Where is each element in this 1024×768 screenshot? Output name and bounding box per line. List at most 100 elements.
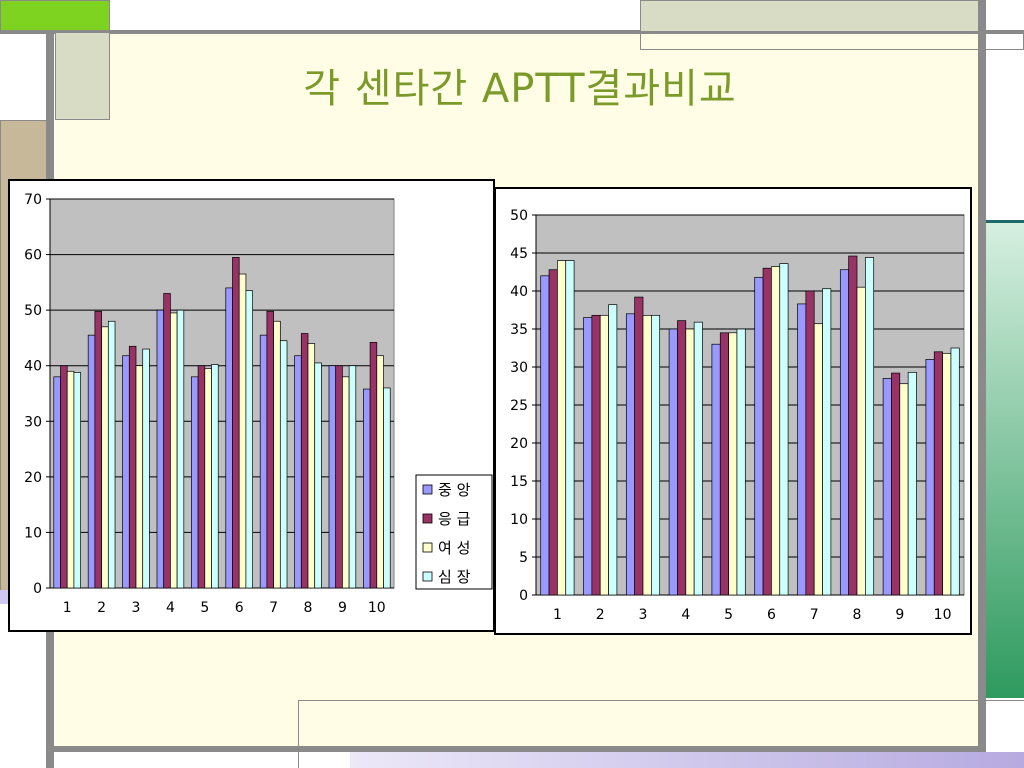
x-tick-label: 4 (681, 607, 690, 623)
bar-series-1-cat-5 (711, 343, 721, 596)
x-tick-label: 9 (895, 607, 904, 623)
bar-series-4-cat-3 (650, 314, 661, 596)
bar-series-4-cat-9 (348, 365, 357, 589)
bar-series-4-cat-10 (383, 387, 391, 589)
bar-series-1-cat-2 (583, 317, 593, 596)
y-tick-label: 50 (510, 208, 528, 224)
bar-series-1-cat-7 (259, 334, 268, 589)
x-tick-label: 6 (767, 607, 776, 623)
x-tick-label: 10 (934, 607, 952, 623)
bar-series-4-cat-1 (73, 372, 81, 589)
bar-series-3-cat-3 (135, 365, 144, 589)
chart-right: 051015202530354045501 2 3 4 5 6 7 8 9 10 (510, 208, 965, 623)
bar-series-3-cat-9 (342, 376, 350, 589)
x-tick-label: 9 (338, 600, 347, 616)
y-tick-label: 45 (510, 246, 528, 262)
x-tick-label: 8 (304, 600, 313, 616)
bar-series-1-cat-10 (363, 388, 371, 589)
legend-swatch (422, 484, 433, 495)
bar-series-3-cat-5 (728, 332, 738, 596)
legend-label: 심 장 (438, 568, 471, 586)
x-tick-label: 1 (553, 607, 562, 623)
bar-series-4-cat-6 (779, 263, 789, 596)
bar-series-2-cat-4 (677, 320, 687, 596)
y-tick-label: 60 (24, 248, 42, 264)
bar-series-3-cat-7 (273, 320, 281, 589)
x-tick-label: 6 (235, 600, 244, 616)
x-tick-label: 4 (166, 600, 175, 616)
x-tick-label: 2 (97, 600, 106, 616)
bar-series-3-cat-7 (813, 323, 823, 596)
bar-series-1-cat-3 (625, 313, 636, 596)
bar-series-3-cat-9 (899, 383, 909, 596)
bar-series-3-cat-6 (771, 266, 781, 596)
legend-label: 중 앙 (438, 481, 471, 499)
bar-series-2-cat-10 (369, 342, 378, 589)
bar-series-1-cat-2 (87, 334, 96, 589)
bar-series-4-cat-2 (107, 320, 116, 589)
y-tick-label: 40 (24, 359, 42, 375)
frame-block-sage (55, 32, 110, 120)
bar-series-4-cat-5 (211, 364, 219, 589)
bar-series-1-cat-4 (668, 328, 678, 596)
bar-series-4-cat-8 (314, 362, 322, 589)
bar-series-2-cat-2 (591, 314, 601, 596)
bar-series-2-cat-10 (933, 351, 943, 596)
y-tick-label: 10 (24, 525, 42, 541)
bar-series-3-cat-2 (101, 326, 109, 589)
bar-series-1-cat-1 (540, 275, 550, 596)
x-tick-label: 3 (132, 600, 141, 616)
frame-block-lavender-bottom (350, 752, 1024, 768)
bar-series-1-cat-7 (797, 303, 807, 596)
bar-series-1-cat-10 (925, 359, 935, 596)
bar-series-1-cat-9 (882, 378, 892, 596)
y-tick-label: 15 (510, 474, 528, 490)
bar-series-2-cat-2 (94, 310, 102, 589)
bar-series-4-cat-4 (176, 309, 185, 589)
bar-series-3-cat-10 (942, 352, 952, 596)
bar-series-4-cat-7 (822, 288, 832, 596)
bar-series-2-cat-4 (163, 293, 171, 589)
bar-series-2-cat-8 (300, 333, 309, 589)
bar-series-4-cat-4 (693, 321, 703, 596)
chart-left: 0 10 20 30 40 50 60 70 1 2 3 4 5 6 7 8 9 10 중 앙응 급여 성심 장 (24, 192, 493, 616)
bar-series-4-cat-3 (142, 348, 150, 589)
bar-series-2-cat-1 (548, 269, 558, 596)
x-tick-label: 3 (639, 607, 648, 623)
x-tick-label: 1 (63, 600, 72, 616)
bar-series-1-cat-6 (754, 276, 764, 596)
bar-series-4-cat-7 (279, 340, 288, 589)
bar-series-1-cat-5 (191, 376, 199, 589)
legend-label: 응 급 (438, 510, 471, 528)
bar-series-2-cat-3 (634, 296, 644, 596)
bar-series-4-cat-10 (950, 347, 960, 596)
y-tick-label: 20 (24, 470, 42, 486)
frame-line-right (978, 0, 986, 768)
bar-series-2-cat-5 (197, 365, 206, 589)
y-tick-label: 0 (519, 588, 528, 604)
chart-right-frame: 0 5 10 15 20 25 30 35 40 45 50 1 2 3 4 5 6 7 8 9 10 (494, 187, 972, 635)
bar-series-3-cat-8 (307, 343, 316, 589)
legend-label: 여 성 (438, 539, 470, 557)
bar-series-4-cat-5 (736, 328, 746, 596)
y-tick-label: 30 (510, 360, 528, 376)
x-tick-label: 2 (596, 607, 605, 623)
bar-series-3-cat-2 (599, 314, 609, 596)
bar-series-2-cat-5 (719, 332, 729, 596)
bar-series-2-cat-7 (805, 290, 815, 596)
y-tick-label: 5 (519, 550, 528, 566)
bar-series-4-cat-2 (608, 304, 618, 596)
bar-series-1-cat-4 (156, 309, 165, 589)
bar-series-4-cat-1 (565, 260, 575, 596)
bar-series-3-cat-1 (66, 370, 75, 589)
x-tick-label: 7 (810, 607, 819, 623)
frame-outline-top-right (640, 32, 1024, 50)
frame-bar-top-left (0, 0, 110, 32)
bar-series-1-cat-6 (225, 287, 233, 589)
y-tick-label: 20 (510, 436, 528, 452)
bar-series-1-cat-3 (122, 355, 130, 589)
x-tick-label: 5 (724, 607, 733, 623)
x-tick-label: 8 (853, 607, 862, 623)
legend-swatch (422, 571, 433, 582)
bar-series-1-cat-8 (839, 269, 850, 596)
